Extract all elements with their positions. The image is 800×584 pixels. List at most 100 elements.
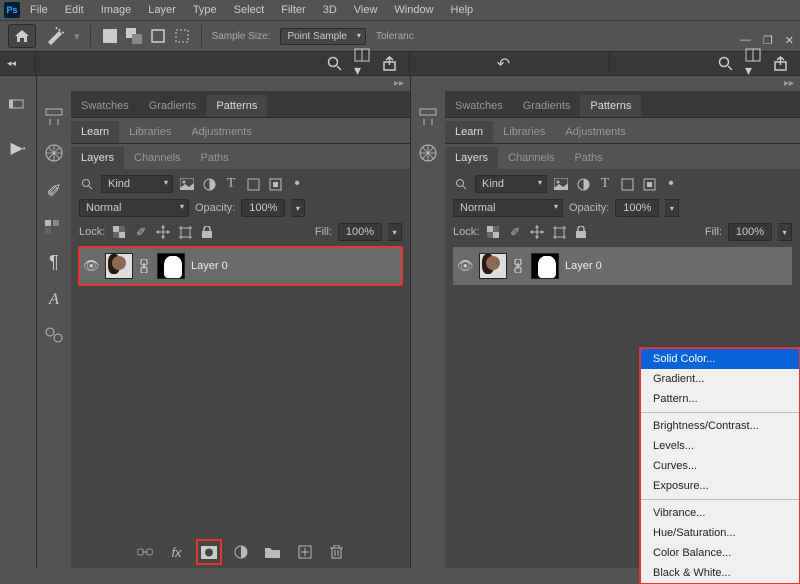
brush-panel-icon[interactable]: ✐ <box>46 181 61 202</box>
filter-smartobj-icon[interactable] <box>267 176 283 192</box>
lock-paint-icon-2[interactable]: ✐ <box>507 224 523 240</box>
square-filled-icon[interactable] <box>101 27 119 45</box>
group-icon[interactable] <box>263 542 283 562</box>
layer-thumbnail[interactable] <box>105 253 133 279</box>
share-icon-2[interactable] <box>773 56 788 71</box>
tab-channels[interactable]: Channels <box>124 147 190 169</box>
menu-file[interactable]: File <box>23 2 55 18</box>
tab-paths[interactable]: Paths <box>191 147 239 169</box>
tool-timeline-icon[interactable] <box>4 86 32 122</box>
filter-shape-icon-2[interactable] <box>619 176 635 192</box>
lock-artboard-icon[interactable] <box>177 224 193 240</box>
filter-image-icon-2[interactable] <box>553 176 569 192</box>
layer-kind-select[interactable]: Kind <box>101 175 173 193</box>
fx-icon[interactable]: fx <box>167 542 187 562</box>
layer-name-2[interactable]: Layer 0 <box>565 260 602 272</box>
menu-vibrance[interactable]: Vibrance... <box>641 503 799 523</box>
sample-size-select[interactable]: Point Sample <box>280 28 365 45</box>
tab-libraries[interactable]: Libraries <box>119 121 181 143</box>
info-panel-icon-2[interactable] <box>418 107 438 125</box>
wand-icon[interactable] <box>46 27 64 45</box>
tab-channels-2[interactable]: Channels <box>498 147 564 169</box>
menu-filter[interactable]: Filter <box>274 2 312 18</box>
tab-learn[interactable]: Learn <box>71 121 119 143</box>
menu-image[interactable]: Image <box>94 2 139 18</box>
minimize-button[interactable]: — <box>740 34 751 47</box>
close-button[interactable]: ✕ <box>785 34 794 47</box>
lock-position-icon-2[interactable] <box>529 224 545 240</box>
maximize-button[interactable]: ❐ <box>763 34 773 47</box>
adjustment-layer-icon[interactable] <box>231 542 251 562</box>
layer-name[interactable]: Layer 0 <box>191 260 228 272</box>
opacity-value[interactable]: 100% <box>241 199 285 217</box>
navigator-panel-icon[interactable] <box>44 143 64 163</box>
tab-gradients[interactable]: Gradients <box>139 95 207 117</box>
tab-swatches[interactable]: Swatches <box>71 95 139 117</box>
filter-image-icon[interactable] <box>179 176 195 192</box>
filter-shape-icon[interactable] <box>245 176 261 192</box>
menu-solid-color[interactable]: Solid Color... <box>641 349 799 369</box>
opacity-dropdown-2[interactable]: ▾ <box>665 199 679 217</box>
tab-layers[interactable]: Layers <box>71 147 124 169</box>
filter-type-icon[interactable]: T <box>223 176 239 192</box>
lock-all-icon[interactable] <box>199 224 215 240</box>
mask-link-icon-2[interactable] <box>513 259 525 273</box>
layer-row-0[interactable]: 👁 Layer 0 <box>79 247 402 285</box>
tab-adjustments[interactable]: Adjustments <box>181 121 262 143</box>
lock-transparency-icon[interactable] <box>111 224 127 240</box>
tab-swatches-2[interactable]: Swatches <box>445 95 513 117</box>
paragraph-panel-icon[interactable]: ¶ <box>49 252 59 273</box>
fill-value-2[interactable]: 100% <box>728 223 772 241</box>
tab-patterns-2[interactable]: Patterns <box>580 95 641 117</box>
opacity-value-2[interactable]: 100% <box>615 199 659 217</box>
character-panel-icon[interactable]: A <box>49 291 59 309</box>
filter-adjust-icon-2[interactable] <box>575 176 591 192</box>
share-icon[interactable] <box>382 56 397 71</box>
menu-color-balance[interactable]: Color Balance... <box>641 543 799 563</box>
tab-adjustments-2[interactable]: Adjustments <box>555 121 636 143</box>
layer-kind-select-2[interactable]: Kind <box>475 175 547 193</box>
menu-layer[interactable]: Layer <box>141 2 183 18</box>
menu-3d[interactable]: 3D <box>316 2 344 18</box>
menu-exposure[interactable]: Exposure... <box>641 476 799 496</box>
lock-position-icon[interactable] <box>155 224 171 240</box>
menu-brightness-contrast[interactable]: Brightness/Contrast... <box>641 416 799 436</box>
fill-dropdown[interactable]: ▾ <box>388 223 402 241</box>
filter-smartobj-icon-2[interactable] <box>641 176 657 192</box>
squares-icon[interactable] <box>125 27 143 45</box>
tab-learn-2[interactable]: Learn <box>445 121 493 143</box>
visibility-icon-2[interactable]: 👁 <box>457 258 473 274</box>
blend-mode-select[interactable]: Normal <box>79 199 189 217</box>
menu-levels[interactable]: Levels... <box>641 436 799 456</box>
visibility-icon[interactable]: 👁 <box>83 258 99 274</box>
filter-adjust-icon[interactable] <box>201 176 217 192</box>
tab-paths-2[interactable]: Paths <box>565 147 613 169</box>
delete-layer-icon[interactable] <box>327 542 347 562</box>
add-mask-icon[interactable] <box>199 542 219 562</box>
menu-view[interactable]: View <box>347 2 385 18</box>
filter-type-icon-2[interactable]: T <box>597 176 613 192</box>
home-button[interactable] <box>8 24 36 48</box>
menu-select[interactable]: Select <box>227 2 272 18</box>
fill-value[interactable]: 100% <box>338 223 382 241</box>
tab-patterns[interactable]: Patterns <box>206 95 267 117</box>
square-outline-icon[interactable] <box>149 27 167 45</box>
link-layers-icon[interactable] <box>135 542 155 562</box>
arrange-icon[interactable]: ▾ <box>354 48 370 79</box>
lock-artboard-icon-2[interactable] <box>551 224 567 240</box>
swatches-panel-icon[interactable] <box>45 220 63 234</box>
tool-collapse[interactable]: ◂◂ <box>7 58 16 69</box>
lock-all-icon-2[interactable] <box>573 224 589 240</box>
mask-link-icon[interactable] <box>139 259 151 273</box>
menu-help[interactable]: Help <box>444 2 481 18</box>
navigator-panel-icon-2[interactable] <box>418 143 438 163</box>
menu-type[interactable]: Type <box>186 2 224 18</box>
filter-toggle-icon-2[interactable]: • <box>663 176 679 192</box>
square-dash-icon[interactable] <box>173 27 191 45</box>
blend-mode-select-2[interactable]: Normal <box>453 199 563 217</box>
undo-icon[interactable]: ↶ <box>497 54 510 74</box>
panel-collapse[interactable]: ▸▸ <box>37 76 410 91</box>
layer-mask-thumbnail-2[interactable] <box>531 253 559 279</box>
menu-hue-saturation[interactable]: Hue/Saturation... <box>641 523 799 543</box>
menu-pattern[interactable]: Pattern... <box>641 389 799 409</box>
